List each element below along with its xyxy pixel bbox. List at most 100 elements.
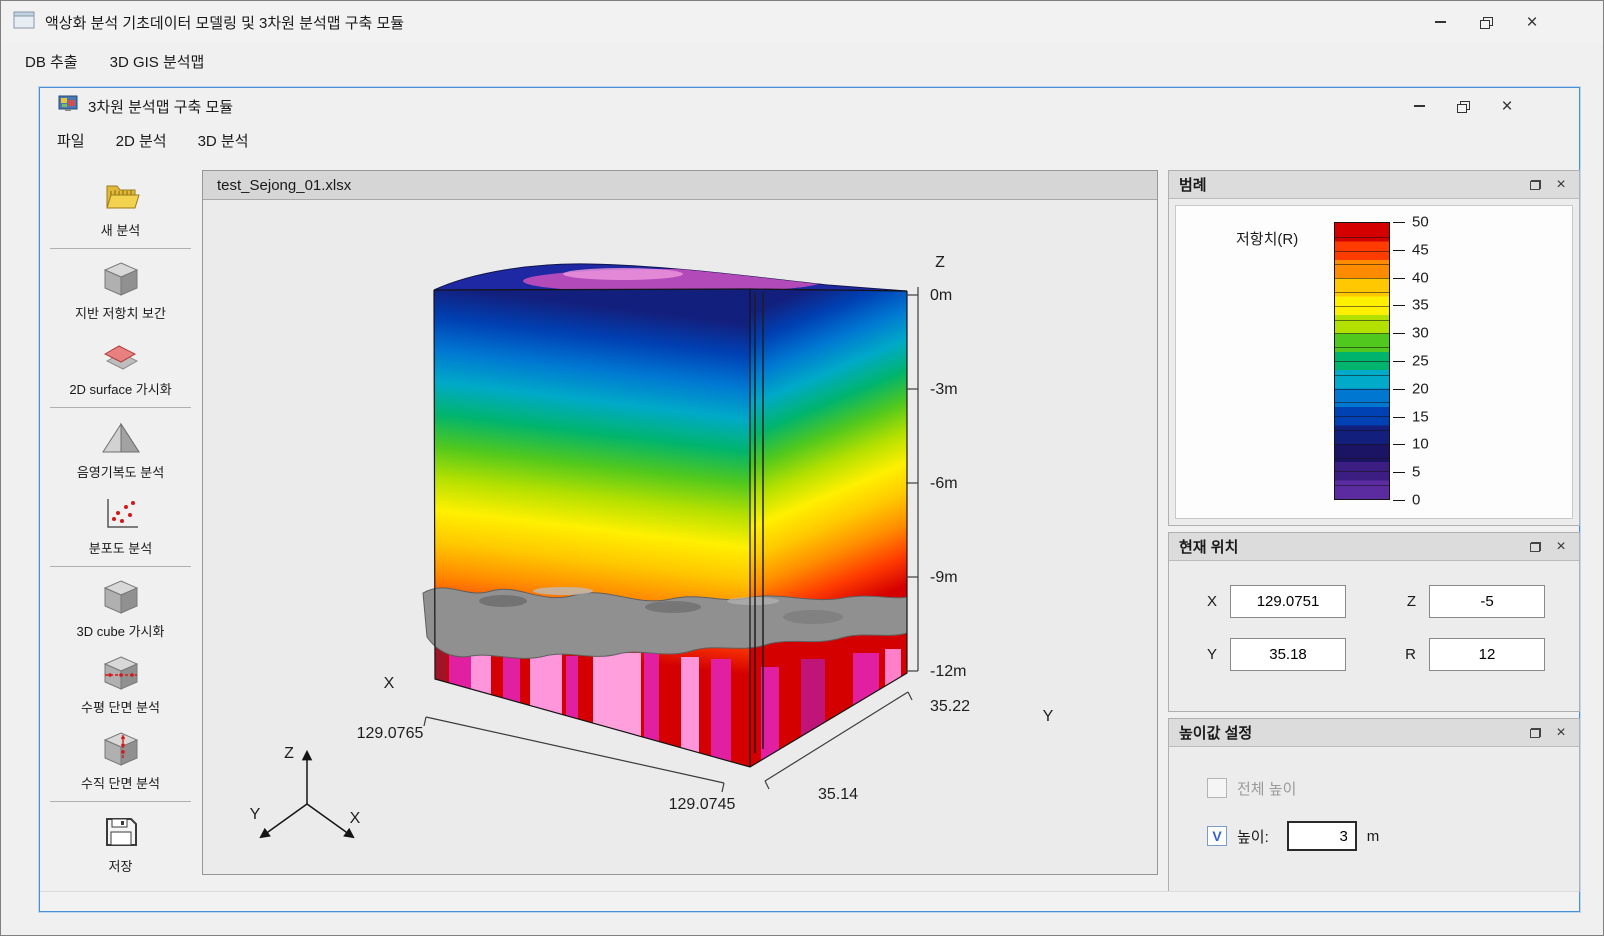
position-close-button[interactable]: × xyxy=(1549,536,1573,558)
height-panel-title: 높이값 설정 xyxy=(1179,722,1252,743)
restore-icon xyxy=(1457,101,1469,112)
height-close-button[interactable]: × xyxy=(1549,722,1573,744)
legend-panel: 범례 × 저항치(R) 50454035302520151050 xyxy=(1168,170,1580,526)
minimize-button[interactable] xyxy=(1417,1,1463,43)
minimize-icon xyxy=(1414,105,1425,107)
sidebar-item-label: 분포도 분석 xyxy=(89,538,152,557)
height-label: 높이: xyxy=(1237,826,1269,847)
orientation-triad: Z Y X xyxy=(250,745,361,837)
legend-tick-label: 10 xyxy=(1412,436,1429,453)
sidebar-item-resistivity-interpolation[interactable]: 지반 저항치 보간 xyxy=(50,252,191,328)
legend-segment-line xyxy=(1335,237,1389,238)
minimize-icon xyxy=(1435,21,1446,23)
position-float-button[interactable] xyxy=(1523,536,1547,558)
sidebar-item-3d-cube[interactable]: 3D cube 가시화 xyxy=(50,570,191,646)
main-window-title: 액상화 분석 기초데이터 모델링 및 3차원 분석맵 구축 모듈 xyxy=(45,12,404,33)
y-axis-label: Y xyxy=(1043,708,1054,725)
app-icon xyxy=(13,11,35,34)
restore-button[interactable] xyxy=(1463,1,1509,43)
sidebar-item-hillshade[interactable]: 음영기복도 분석 xyxy=(50,411,191,487)
legend-tick-line xyxy=(1393,305,1405,306)
close-button[interactable]: × xyxy=(1509,1,1555,43)
full-height-checkbox[interactable] xyxy=(1207,778,1227,798)
position-r-input[interactable] xyxy=(1429,638,1545,671)
legend-tick-label: 15 xyxy=(1412,408,1429,425)
sidebar-item-label: 3D cube 가시화 xyxy=(77,621,165,640)
legend-segment-line xyxy=(1335,292,1389,293)
close-icon: × xyxy=(1526,13,1537,32)
triad-z-label: Z xyxy=(284,745,294,762)
x-axis-label: X xyxy=(384,675,395,692)
height-body: 전체 높이 V 높이: m xyxy=(1169,747,1579,891)
position-panel-header[interactable]: 현재 위치 × xyxy=(1169,533,1579,561)
sidebar-item-horizontal-section[interactable]: 수평 단면 분석 xyxy=(50,646,191,722)
legend-segment-line xyxy=(1335,320,1389,321)
height-checkbox[interactable]: V xyxy=(1207,826,1227,846)
height-value-input[interactable] xyxy=(1287,821,1357,851)
sidebar-item-new-analysis[interactable]: 새 분석 xyxy=(50,169,191,245)
triad-y-label: Y xyxy=(250,806,261,823)
legend-close-button[interactable]: × xyxy=(1549,174,1573,196)
legend-panel-header[interactable]: 범례 × xyxy=(1169,171,1579,199)
legend-segment-line xyxy=(1335,416,1389,417)
sidebar-item-label: 음영기복도 분석 xyxy=(77,462,164,481)
position-y-input[interactable] xyxy=(1230,638,1346,671)
legend-tick-label: 30 xyxy=(1412,325,1429,342)
restore-icon xyxy=(1480,17,1492,28)
menu-db-extract[interactable]: DB 추출 xyxy=(9,43,94,80)
child-minimize-button[interactable] xyxy=(1397,88,1441,124)
float-icon xyxy=(1530,728,1541,738)
height-float-button[interactable] xyxy=(1523,722,1547,744)
sidebar-item-2d-surface[interactable]: 2D surface 가시화 xyxy=(50,328,191,404)
checkmark-icon: V xyxy=(1212,829,1221,843)
sidebar-item-label: 수직 단면 분석 xyxy=(81,773,160,792)
child-statusbar xyxy=(40,891,1579,911)
z-tick-label: 0m xyxy=(930,287,952,304)
menu-2d-analysis[interactable]: 2D 분석 xyxy=(102,124,181,157)
legend-float-button[interactable] xyxy=(1523,174,1547,196)
sidebar-item-label: 2D surface 가시화 xyxy=(69,379,171,398)
legend-segment-line xyxy=(1335,389,1389,390)
surface-plane-icon xyxy=(98,335,144,375)
cube-vertical-slice-icon xyxy=(98,729,144,769)
save-floppy-icon xyxy=(98,812,144,852)
legend-panel-title: 범례 xyxy=(1179,174,1207,195)
menu-file[interactable]: 파일 xyxy=(43,124,99,157)
child-close-button[interactable]: × xyxy=(1485,88,1529,124)
height-panel-header[interactable]: 높이값 설정 × xyxy=(1169,719,1579,747)
legend-tick-line xyxy=(1393,361,1405,362)
legend-tick-label: 25 xyxy=(1412,353,1429,370)
x-tick-label: 129.0745 xyxy=(669,796,736,813)
legend-segment-line xyxy=(1335,430,1389,431)
position-x-input[interactable] xyxy=(1230,585,1346,618)
child-window: 3차원 분석맵 구축 모듈 × 파일 2D 분석 3D 분석 xyxy=(39,87,1580,912)
legend-tick-line xyxy=(1393,472,1405,473)
sidebar-item-distribution[interactable]: 분포도 분석 xyxy=(50,487,191,563)
child-window-title: 3차원 분석맵 구축 모듈 xyxy=(88,96,233,117)
legend-tick-line xyxy=(1393,500,1405,501)
position-z-input[interactable] xyxy=(1429,585,1545,618)
position-x-label: X xyxy=(1207,593,1217,610)
height-unit-label: m xyxy=(1367,828,1380,845)
child-titlebar[interactable]: 3차원 분석맵 구축 모듈 × xyxy=(40,88,1579,124)
3d-scene[interactable]: Z 0m -3m -6m -9m -12m X 129.0765 129.074… xyxy=(203,201,1157,874)
menu-3d-analysis[interactable]: 3D 분석 xyxy=(184,124,263,157)
legend-tick-label: 40 xyxy=(1412,269,1429,286)
main-titlebar[interactable]: 액상화 분석 기초데이터 모델링 및 3차원 분석맵 구축 모듈 × xyxy=(1,1,1603,43)
toolbar-sidebar: 새 분석 지반 저항치 보간 xyxy=(40,162,201,890)
viewport-header: test_Sejong_01.xlsx xyxy=(203,171,1157,200)
legend-segment-line xyxy=(1335,251,1389,252)
legend-segment-line xyxy=(1335,458,1389,459)
legend-tick-line xyxy=(1393,222,1405,223)
3d-canvas[interactable]: Z 0m -3m -6m -9m -12m X 129.0765 129.074… xyxy=(203,201,1157,874)
legend-segment-line xyxy=(1335,485,1389,486)
menu-3d-gis-map[interactable]: 3D GIS 분석맵 xyxy=(94,43,221,80)
z-tick-label: -3m xyxy=(930,381,958,398)
child-window-controls: × xyxy=(1397,88,1529,124)
document-title: test_Sejong_01.xlsx xyxy=(217,177,351,194)
sidebar-item-save[interactable]: 저장 xyxy=(50,805,191,881)
child-restore-button[interactable] xyxy=(1441,88,1485,124)
scatter-plot-icon xyxy=(98,494,144,534)
sidebar-item-vertical-section[interactable]: 수직 단면 분석 xyxy=(50,722,191,798)
child-menubar: 파일 2D 분석 3D 분석 xyxy=(40,124,1579,156)
